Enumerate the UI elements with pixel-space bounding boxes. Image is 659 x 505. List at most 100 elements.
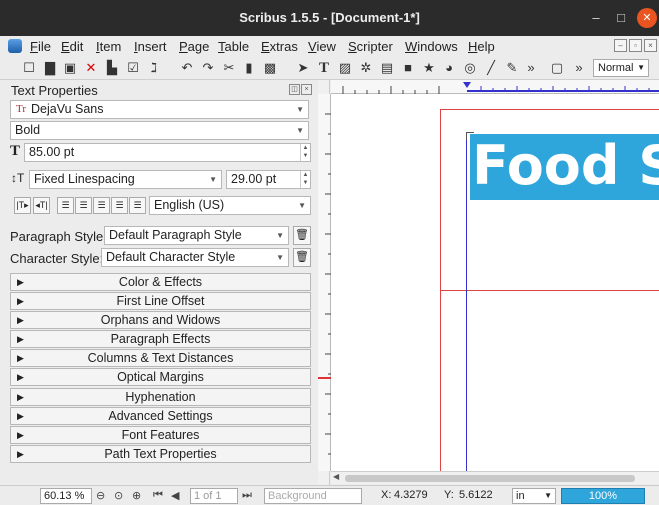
menu-scripter[interactable]: Scripter — [348, 39, 393, 54]
expand-arrow-icon: ▶ — [17, 353, 24, 364]
mdi-close-icon[interactable]: × — [644, 39, 657, 52]
close-document-icon[interactable]: ✕ — [82, 59, 100, 77]
render-frame-icon[interactable]: ✲ — [357, 59, 375, 77]
last-page-icon[interactable]: ⏭ — [242, 489, 252, 502]
redo-icon[interactable]: ↷ — [199, 59, 217, 77]
new-document-icon[interactable]: ☐ — [20, 59, 38, 77]
text-frame[interactable]: Food S — [470, 134, 659, 200]
paragraph-style-select[interactable]: Default Paragraph Style ▼ — [104, 226, 289, 245]
menu-table[interactable]: Table — [218, 39, 249, 54]
document-canvas[interactable]: Food S — [331, 94, 659, 471]
layer-select[interactable]: Background — [264, 488, 362, 504]
expand-arrow-icon: ▶ — [17, 334, 24, 345]
section-optical-margins[interactable]: ▶ Optical Margins — [10, 368, 311, 387]
line-spacing-input[interactable]: 29.00 pt ▲ ▼ — [226, 170, 311, 189]
section-paragraph-effects[interactable]: ▶ Paragraph Effects — [10, 330, 311, 349]
vertical-ruler[interactable] — [318, 94, 331, 471]
preflight-icon[interactable]: ☑ — [124, 59, 142, 77]
section-advanced-settings[interactable]: ▶ Advanced Settings — [10, 406, 311, 425]
section-columns-distances[interactable]: ▶ Columns & Text Distances — [10, 349, 311, 368]
section-first-line-offset[interactable]: ▶ First Line Offset — [10, 292, 311, 311]
undo-icon[interactable]: ↶ — [178, 59, 196, 77]
align-center-icon[interactable]: ☰ — [75, 197, 92, 214]
table-icon[interactable]: ▤ — [378, 59, 396, 77]
menu-file[interactable]: File — [30, 39, 51, 54]
section-orphans-widows[interactable]: ▶ Orphans and Widows — [10, 311, 311, 330]
section-color-effects[interactable]: ▶ Color & Effects — [10, 273, 311, 291]
menu-view[interactable]: View — [308, 39, 336, 54]
save-icon[interactable]: ▣ — [61, 59, 79, 77]
character-style-select[interactable]: Default Character Style ▼ — [101, 248, 289, 267]
menu-insert[interactable]: Insert — [134, 39, 167, 54]
align-block-icon[interactable]: ☰ — [111, 197, 128, 214]
y-value: 5.6122 — [459, 489, 493, 501]
y-label: Y: — [444, 489, 454, 501]
arc-icon[interactable]: ◕ — [440, 59, 458, 77]
direction-rtl-icon[interactable]: ◂T| — [33, 197, 50, 214]
x-value: 4.3279 — [394, 489, 428, 501]
scroll-left-icon[interactable]: ◀ — [333, 472, 339, 481]
menu-help[interactable]: Help — [468, 39, 495, 54]
menu-extras[interactable]: Extras — [261, 39, 298, 54]
select-icon[interactable]: ➤ — [294, 59, 312, 77]
font-size-input[interactable]: 85.00 pt ▲ ▼ — [24, 143, 311, 162]
horizontal-scrollbar[interactable]: ◀ — [331, 471, 659, 484]
zoom-input[interactable]: 60.13 % — [40, 488, 92, 504]
delete-paragraph-style-icon[interactable]: 🗑 — [293, 226, 311, 245]
menu-edit[interactable]: Edit — [61, 39, 83, 54]
scroll-thumb[interactable] — [345, 475, 635, 482]
align-left-icon[interactable]: ☰ — [57, 197, 74, 214]
cut-icon[interactable]: ✂ — [220, 59, 238, 77]
zoom-out-icon[interactable]: ⊖ — [96, 489, 105, 502]
preview-icon[interactable]: ▢ — [548, 59, 566, 77]
shape-icon[interactable]: ■ — [399, 59, 417, 77]
more-icon[interactable]: » — [522, 59, 540, 77]
open-icon[interactable]: ▇ — [41, 59, 59, 77]
previous-page-icon[interactable]: ◀ — [171, 489, 179, 502]
more2-icon[interactable]: » — [570, 59, 588, 77]
mdi-restore-icon[interactable]: ▫ — [629, 39, 642, 52]
copy-icon[interactable]: ▮ — [240, 59, 258, 77]
line-spacing-mode-select[interactable]: Fixed Linespacing ▼ — [29, 170, 222, 189]
minimize-button[interactable]: – — [586, 8, 606, 28]
language-select[interactable]: English (US) ▼ — [149, 196, 311, 215]
bezier-icon[interactable]: ✎ — [503, 59, 521, 77]
unit-select[interactable]: in ▼ — [512, 488, 556, 504]
stepper-icon[interactable]: ▲ ▼ — [300, 171, 310, 188]
polygon-icon[interactable]: ★ — [420, 59, 438, 77]
panel-close-icon[interactable]: × — [301, 84, 312, 95]
zoom-in-icon[interactable]: ⊕ — [132, 489, 141, 502]
align-right-icon[interactable]: ☰ — [93, 197, 110, 214]
menu-windows[interactable]: Windows — [405, 39, 458, 54]
panel-float-icon[interactable]: ◫ — [289, 84, 300, 95]
mdi-minimize-icon[interactable]: – — [614, 39, 627, 52]
direction-ltr-icon[interactable]: |T▸ — [14, 197, 31, 214]
align-forced-icon[interactable]: ☰ — [129, 197, 146, 214]
first-page-icon[interactable]: ⏮ — [153, 489, 163, 502]
section-label: First Line Offset — [116, 294, 205, 309]
zoom-reset-icon[interactable]: ⊙ — [114, 489, 123, 502]
font-family-select[interactable]: Tr DejaVu Sans ▼ — [10, 100, 309, 119]
menu-page[interactable]: Page — [179, 39, 209, 54]
menu-item[interactable]: Item — [96, 39, 121, 54]
stepper-icon[interactable]: ▲ ▼ — [300, 144, 310, 161]
spiral-icon[interactable]: ◎ — [461, 59, 479, 77]
font-style-select[interactable]: Bold ▼ — [10, 121, 309, 140]
image-frame-icon[interactable]: ▨ — [336, 59, 354, 77]
pdf-icon[interactable]: ℷ — [145, 59, 163, 77]
print-icon[interactable]: ▙ — [103, 59, 121, 77]
text-frame-icon[interactable]: T — [315, 59, 333, 77]
close-button[interactable]: ✕ — [637, 8, 657, 28]
paste-icon[interactable]: ▩ — [261, 59, 279, 77]
expand-arrow-icon: ▶ — [17, 372, 24, 383]
ruler-ticks — [342, 82, 659, 94]
section-hyphenation[interactable]: ▶ Hyphenation — [10, 387, 311, 406]
section-path-text-properties[interactable]: ▶ Path Text Properties — [10, 444, 311, 463]
page-select[interactable]: 1 of 1 — [190, 488, 238, 504]
delete-character-style-icon[interactable]: 🗑 — [293, 248, 311, 267]
line-icon[interactable]: ╱ — [482, 59, 500, 77]
horizontal-ruler[interactable] — [331, 80, 659, 94]
maximize-button[interactable]: □ — [611, 8, 631, 28]
view-mode-select[interactable]: Normal ▼ — [593, 59, 649, 77]
section-font-features[interactable]: ▶ Font Features — [10, 425, 311, 444]
